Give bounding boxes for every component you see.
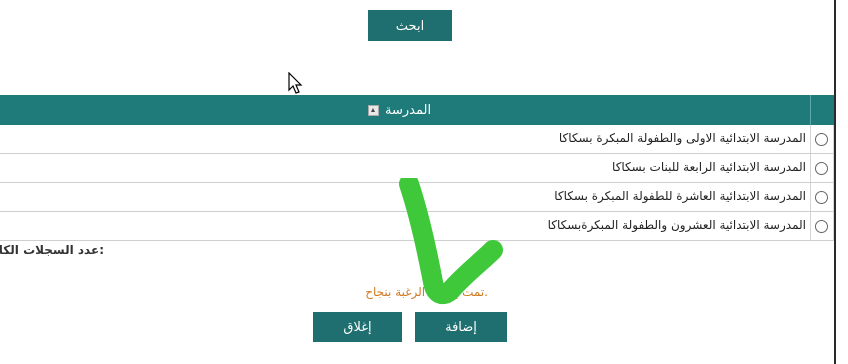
school-name: المدرسة الابتدائية الاولى والطفولة المبك… <box>558 131 806 145</box>
school-radio[interactable] <box>815 191 828 204</box>
add-button[interactable]: إضافة <box>415 312 507 342</box>
close-button[interactable]: إغلاق <box>313 312 402 342</box>
school-radio[interactable] <box>815 162 828 175</box>
row-border <box>833 183 834 211</box>
sort-icon[interactable] <box>368 105 379 116</box>
column-divider <box>810 183 811 211</box>
table-row[interactable]: المدرسة الابتدائية الاولى والطفولة المبك… <box>0 125 834 154</box>
total-records-label: عدد السجلات الكلي: <box>0 243 104 257</box>
grid-header: المدرسة <box>0 95 834 125</box>
school-column-header[interactable]: المدرسة <box>368 103 431 118</box>
mouse-cursor-icon <box>288 72 303 94</box>
row-border <box>833 125 834 153</box>
column-divider <box>810 125 811 153</box>
checkmark-annotation-icon <box>399 178 503 305</box>
school-radio[interactable] <box>815 133 828 146</box>
row-border <box>833 154 834 182</box>
school-column-label: المدرسة <box>385 103 432 118</box>
row-border <box>833 212 834 240</box>
school-radio[interactable] <box>815 220 828 233</box>
search-button[interactable]: ابحث <box>368 10 452 41</box>
school-name: المدرسة الابتدائية الرابعة للبنات بسكاكا <box>612 160 806 174</box>
school-name: المدرسة الابتدائية العشرون والطفولة المب… <box>547 218 806 232</box>
column-divider <box>810 154 811 182</box>
header-divider <box>810 95 811 125</box>
right-border <box>834 0 836 364</box>
school-name: المدرسة الابتدائية العاشرة للطفولة المبك… <box>554 189 806 203</box>
column-divider <box>810 212 811 240</box>
